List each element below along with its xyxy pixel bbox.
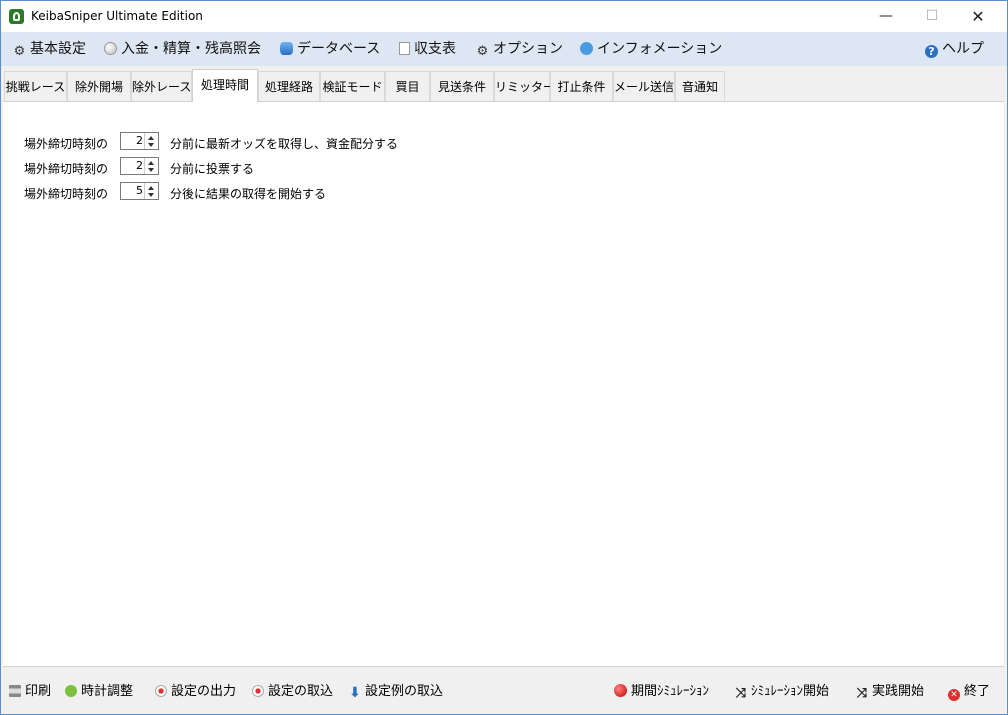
printer-icon [9,685,21,697]
help-icon: ? [925,45,938,58]
chat-icon [580,42,593,55]
menu-label: 入金・精算・残高照会 [121,41,261,57]
close-button[interactable]: ✕ [955,1,1001,32]
app-logo-icon [9,9,24,24]
button-label: 時計調整 [81,684,134,699]
stepper-buttons[interactable] [144,183,158,199]
button-label: 終了 [964,684,991,699]
row-label: 場外締切時刻の [24,187,109,201]
stepper-value: 5 [136,184,143,197]
period-simulation-button[interactable]: 期間ｼﾐｭﾚｰｼｮﾝ [614,683,709,701]
processing-time-panel: 場外締切時刻の 2 分前に最新オッズを取得し、資金配分する 場外締切時刻の 2 … [3,101,1004,667]
title-bar: KeibaSniper Ultimate Edition — ☐ ✕ [1,1,1007,32]
stepper-value: 2 [136,159,143,172]
start-simulation-button[interactable]: ⤨ ｼﾐｭﾚｰｼｮﾝ開始 [735,683,829,701]
coin-icon [104,42,117,55]
tab-challenge-race[interactable]: 挑戦レース [4,71,67,101]
stepper-buttons[interactable] [144,133,158,149]
stepper-down-icon[interactable] [148,193,154,197]
bottom-toolbar: 印刷 時計調整 設定の出力 設定の取込 ⬇ 設定例の取込 期間ｼﾐｭﾚｰｼｮﾝ ⤨… [1,668,1007,714]
import-sample-settings-button[interactable]: ⬇ 設定例の取込 [349,683,443,701]
menu-bar: ⚙ 基本設定 入金・精算・残高照会 データベース 収支表 ⚙ オプション インフォメ… [1,32,1007,66]
tab-skip-conditions[interactable]: 見送条件 [430,71,494,101]
exit-icon: ✕ [948,689,960,701]
menu-basic-settings[interactable]: ⚙ 基本設定 [13,40,86,58]
database-icon [280,42,293,55]
row-suffix: 分前に投票する [170,162,255,176]
stepper-down-icon[interactable] [148,143,154,147]
menu-label: 収支表 [414,41,456,57]
tab-processing-route[interactable]: 処理経路 [258,71,320,101]
row-label: 場外締切時刻の [24,137,109,151]
tab-stop-conditions[interactable]: 打止条件 [550,71,613,101]
document-icon [399,42,410,55]
stepper-down-icon[interactable] [148,168,154,172]
start-live-button[interactable]: ⤨ 実践開始 [856,683,924,701]
button-label: 印刷 [25,684,52,699]
tab-excluded-venues[interactable]: 除外開場 [67,71,131,101]
row-suffix: 分後に結果の取得を開始する [170,187,327,201]
menu-deposit-balance[interactable]: 入金・精算・残高照会 [104,40,261,58]
tab-limiter[interactable]: リミッター [494,71,555,101]
menu-label: オプション [493,41,563,57]
export-settings-button[interactable]: 設定の出力 [155,683,236,701]
stepper-up-icon[interactable] [148,136,154,140]
menu-income-statement[interactable]: 収支表 [399,40,456,58]
odds-minutes-stepper[interactable]: 2 [120,132,159,150]
menu-label: データベース [297,41,381,57]
tab-verification-mode[interactable]: 検証モード [320,71,385,101]
menu-options[interactable]: ⚙ オプション [476,40,563,58]
maximize-button[interactable]: ☐ [909,1,955,32]
shuffle-icon: ⤨ [735,686,747,701]
app-window: KeibaSniper Ultimate Edition — ☐ ✕ ⚙ 基本設定… [0,0,1008,715]
gear-icon: ⚙ [476,44,489,59]
stepper-up-icon[interactable] [148,161,154,165]
print-button[interactable]: 印刷 [9,683,51,701]
button-label: ｼﾐｭﾚｰｼｮﾝ開始 [751,684,830,699]
menu-database[interactable]: データベース [280,40,380,58]
shuffle-icon: ⤨ [856,686,868,701]
red-ball-icon [614,684,627,697]
exit-button[interactable]: ✕ 終了 [948,683,990,701]
import-settings-button[interactable]: 設定の取込 [252,683,333,701]
tab-processing-time[interactable]: 処理時間 [192,69,258,102]
clock-icon [65,685,77,697]
record-icon [252,685,264,697]
tab-bets[interactable]: 買目 [385,71,430,101]
down-arrow-icon: ⬇ [349,685,361,701]
row-label: 場外締切時刻の [24,162,109,176]
menu-label: 基本設定 [30,41,86,57]
button-label: 実践開始 [872,684,925,699]
tab-sound-notify[interactable]: 音通知 [675,71,725,101]
tab-excluded-races[interactable]: 除外レース [131,71,192,101]
stepper-value: 2 [136,134,143,147]
menu-information[interactable]: インフォメーション [580,40,722,58]
record-icon [155,685,167,697]
clock-adjust-button[interactable]: 時計調整 [65,683,133,701]
vote-minutes-stepper[interactable]: 2 [120,157,159,175]
menu-label: ヘルプ [942,41,984,57]
row-suffix: 分前に最新オッズを取得し、資金配分する [170,137,399,151]
tab-bar: 挑戦レース 除外開場 除外レース 処理時間 処理経路 検証モード 買目 見送条件… [1,69,1007,102]
button-label: 設定の出力 [171,684,237,699]
button-label: 期間ｼﾐｭﾚｰｼｮﾝ [631,684,710,699]
stepper-buttons[interactable] [144,158,158,174]
gear-icon: ⚙ [13,44,26,59]
minimize-button[interactable]: — [863,1,909,32]
window-title: KeibaSniper Ultimate Edition [31,9,203,23]
menu-label: インフォメーション [597,41,723,57]
tab-mail[interactable]: メール送信 [613,71,675,101]
button-label: 設定例の取込 [365,684,444,699]
button-label: 設定の取込 [268,684,334,699]
menu-help[interactable]: ? ヘルプ [925,40,984,58]
results-minutes-stepper[interactable]: 5 [120,182,159,200]
stepper-up-icon[interactable] [148,186,154,190]
